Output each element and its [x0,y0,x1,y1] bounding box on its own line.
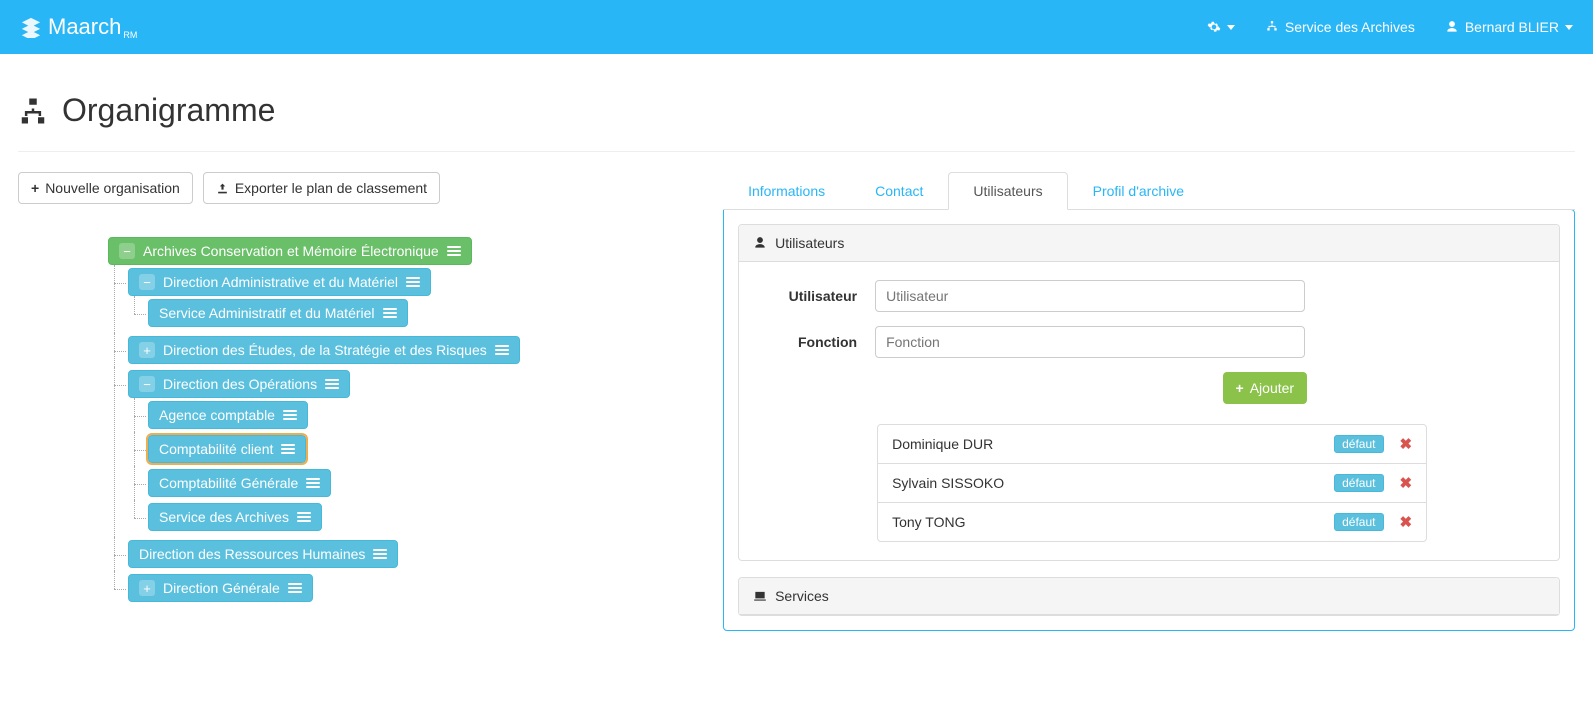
tree-node-label: Service des Archives [159,509,289,525]
users-panel-heading: Utilisateurs [739,225,1559,262]
tree-node[interactable]: − Direction des Opérations [128,370,350,398]
function-input[interactable] [875,326,1305,358]
service-menu[interactable]: Service des Archives [1265,19,1415,35]
service-label: Service des Archives [1285,19,1415,35]
tab-contact[interactable]: Contact [850,172,948,210]
tree-node-label: Comptabilité Générale [159,475,298,491]
users-list: Dominique DUR défaut ✖ Sylvain SISSOKO d… [877,424,1427,542]
list-item: Tony TONG défaut ✖ [878,502,1426,541]
menu-icon[interactable] [406,277,420,287]
tree-node-label: Comptabilité client [159,441,273,457]
org-tree: − Archives Conservation et Mémoire Élect… [18,234,703,608]
menu-icon[interactable] [297,512,311,522]
brand-sub: RM [123,30,137,40]
separator [18,151,1575,152]
brand-text: Maarch [48,14,121,40]
tree-node-label: Direction Administrative et du Matériel [163,274,398,290]
tree-node-selected[interactable]: Comptabilité client [148,435,306,463]
new-org-button[interactable]: + Nouvelle organisation [18,172,193,204]
menu-icon[interactable] [306,478,320,488]
tab-content: Utilisateurs Utilisateur Fonction [723,209,1575,631]
list-item: Sylvain SISSOKO défaut ✖ [878,463,1426,502]
settings-menu[interactable] [1207,20,1235,34]
sitemap-icon [1265,20,1279,34]
tree-node-label: Service Administratif et du Matériel [159,305,375,321]
export-plan-button[interactable]: Exporter le plan de classement [203,172,440,204]
user-name: Sylvain SISSOKO [892,475,1004,491]
brand[interactable]: Maarch RM [20,14,141,40]
default-badge[interactable]: défaut [1334,474,1383,492]
tree-node-label: Archives Conservation et Mémoire Électro… [143,243,439,259]
tree-node[interactable]: − Direction Administrative et du Matérie… [128,268,431,296]
caret-down-icon [1565,25,1573,30]
menu-icon[interactable] [447,246,461,256]
tree-node[interactable]: Comptabilité Générale [148,469,331,497]
tab-utilisateurs[interactable]: Utilisateurs [948,172,1067,210]
upload-icon [216,182,229,195]
page-title-text: Organigramme [62,92,275,129]
menu-icon[interactable] [495,345,509,355]
sitemap-icon [18,96,48,126]
list-item: Dominique DUR défaut ✖ [878,425,1426,463]
menu-icon[interactable] [383,308,397,318]
tree-node[interactable]: Service Administratif et du Matériel [148,299,408,327]
tree-node-label: Agence comptable [159,407,275,423]
toolbar: + Nouvelle organisation Exporter le plan… [18,172,703,204]
user-input[interactable] [875,280,1305,312]
menu-icon[interactable] [283,410,297,420]
new-org-label: Nouvelle organisation [45,180,180,196]
remove-button[interactable]: ✖ [1400,435,1413,453]
users-panel-title: Utilisateurs [775,235,844,251]
user-label: Bernard BLIER [1465,19,1559,35]
expand-icon[interactable]: + [139,580,155,596]
default-badge[interactable]: défaut [1334,435,1383,453]
tree-node-label: Direction Générale [163,580,280,596]
tree-node-root[interactable]: − Archives Conservation et Mémoire Élect… [108,237,472,265]
tab-profil[interactable]: Profil d'archive [1068,172,1209,210]
plus-icon: + [1236,380,1244,396]
menu-icon[interactable] [373,549,387,559]
user-name: Dominique DUR [892,436,993,452]
export-plan-label: Exporter le plan de classement [235,180,427,196]
user-icon [753,236,767,250]
page-title: Organigramme [18,92,1575,129]
user-menu[interactable]: Bernard BLIER [1445,19,1573,35]
tree-node-label: Direction des Études, de la Stratégie et… [163,342,487,358]
user-name: Tony TONG [892,514,965,530]
function-field-label: Fonction [757,334,857,350]
tree-node-label: Direction des Ressources Humaines [139,546,365,562]
plus-icon: + [31,180,39,196]
collapse-icon[interactable]: − [139,376,155,392]
laptop-icon [753,589,767,603]
users-panel: Utilisateurs Utilisateur Fonction [738,224,1560,561]
add-button-label: Ajouter [1250,380,1294,396]
tree-node[interactable]: + Direction des Études, de la Stratégie … [128,336,520,364]
menu-icon[interactable] [325,379,339,389]
tree-node[interactable]: Agence comptable [148,401,308,429]
caret-down-icon [1227,25,1235,30]
detail-tabs: Informations Contact Utilisateurs Profil… [723,172,1575,210]
remove-button[interactable]: ✖ [1400,513,1413,531]
expand-icon[interactable]: + [139,342,155,358]
services-panel-heading[interactable]: Services [739,578,1559,615]
logo-icon [20,16,42,38]
menu-icon[interactable] [288,583,302,593]
gear-icon [1207,20,1221,34]
tree-node[interactable]: + Direction Générale [128,574,313,602]
tree-node-label: Direction des Opérations [163,376,317,392]
tab-informations[interactable]: Informations [723,172,850,210]
collapse-icon[interactable]: − [139,274,155,290]
menu-icon[interactable] [281,444,295,454]
tree-node[interactable]: Direction des Ressources Humaines [128,540,398,568]
services-panel: Services [738,577,1560,616]
user-field-label: Utilisateur [757,288,857,304]
collapse-icon[interactable]: − [119,243,135,259]
default-badge[interactable]: défaut [1334,513,1383,531]
tree-node[interactable]: Service des Archives [148,503,322,531]
services-panel-title: Services [775,588,829,604]
remove-button[interactable]: ✖ [1400,474,1413,492]
navbar: Maarch RM Service des Archives Bernard B… [0,0,1593,54]
add-button[interactable]: + Ajouter [1223,372,1308,404]
user-icon [1445,20,1459,34]
